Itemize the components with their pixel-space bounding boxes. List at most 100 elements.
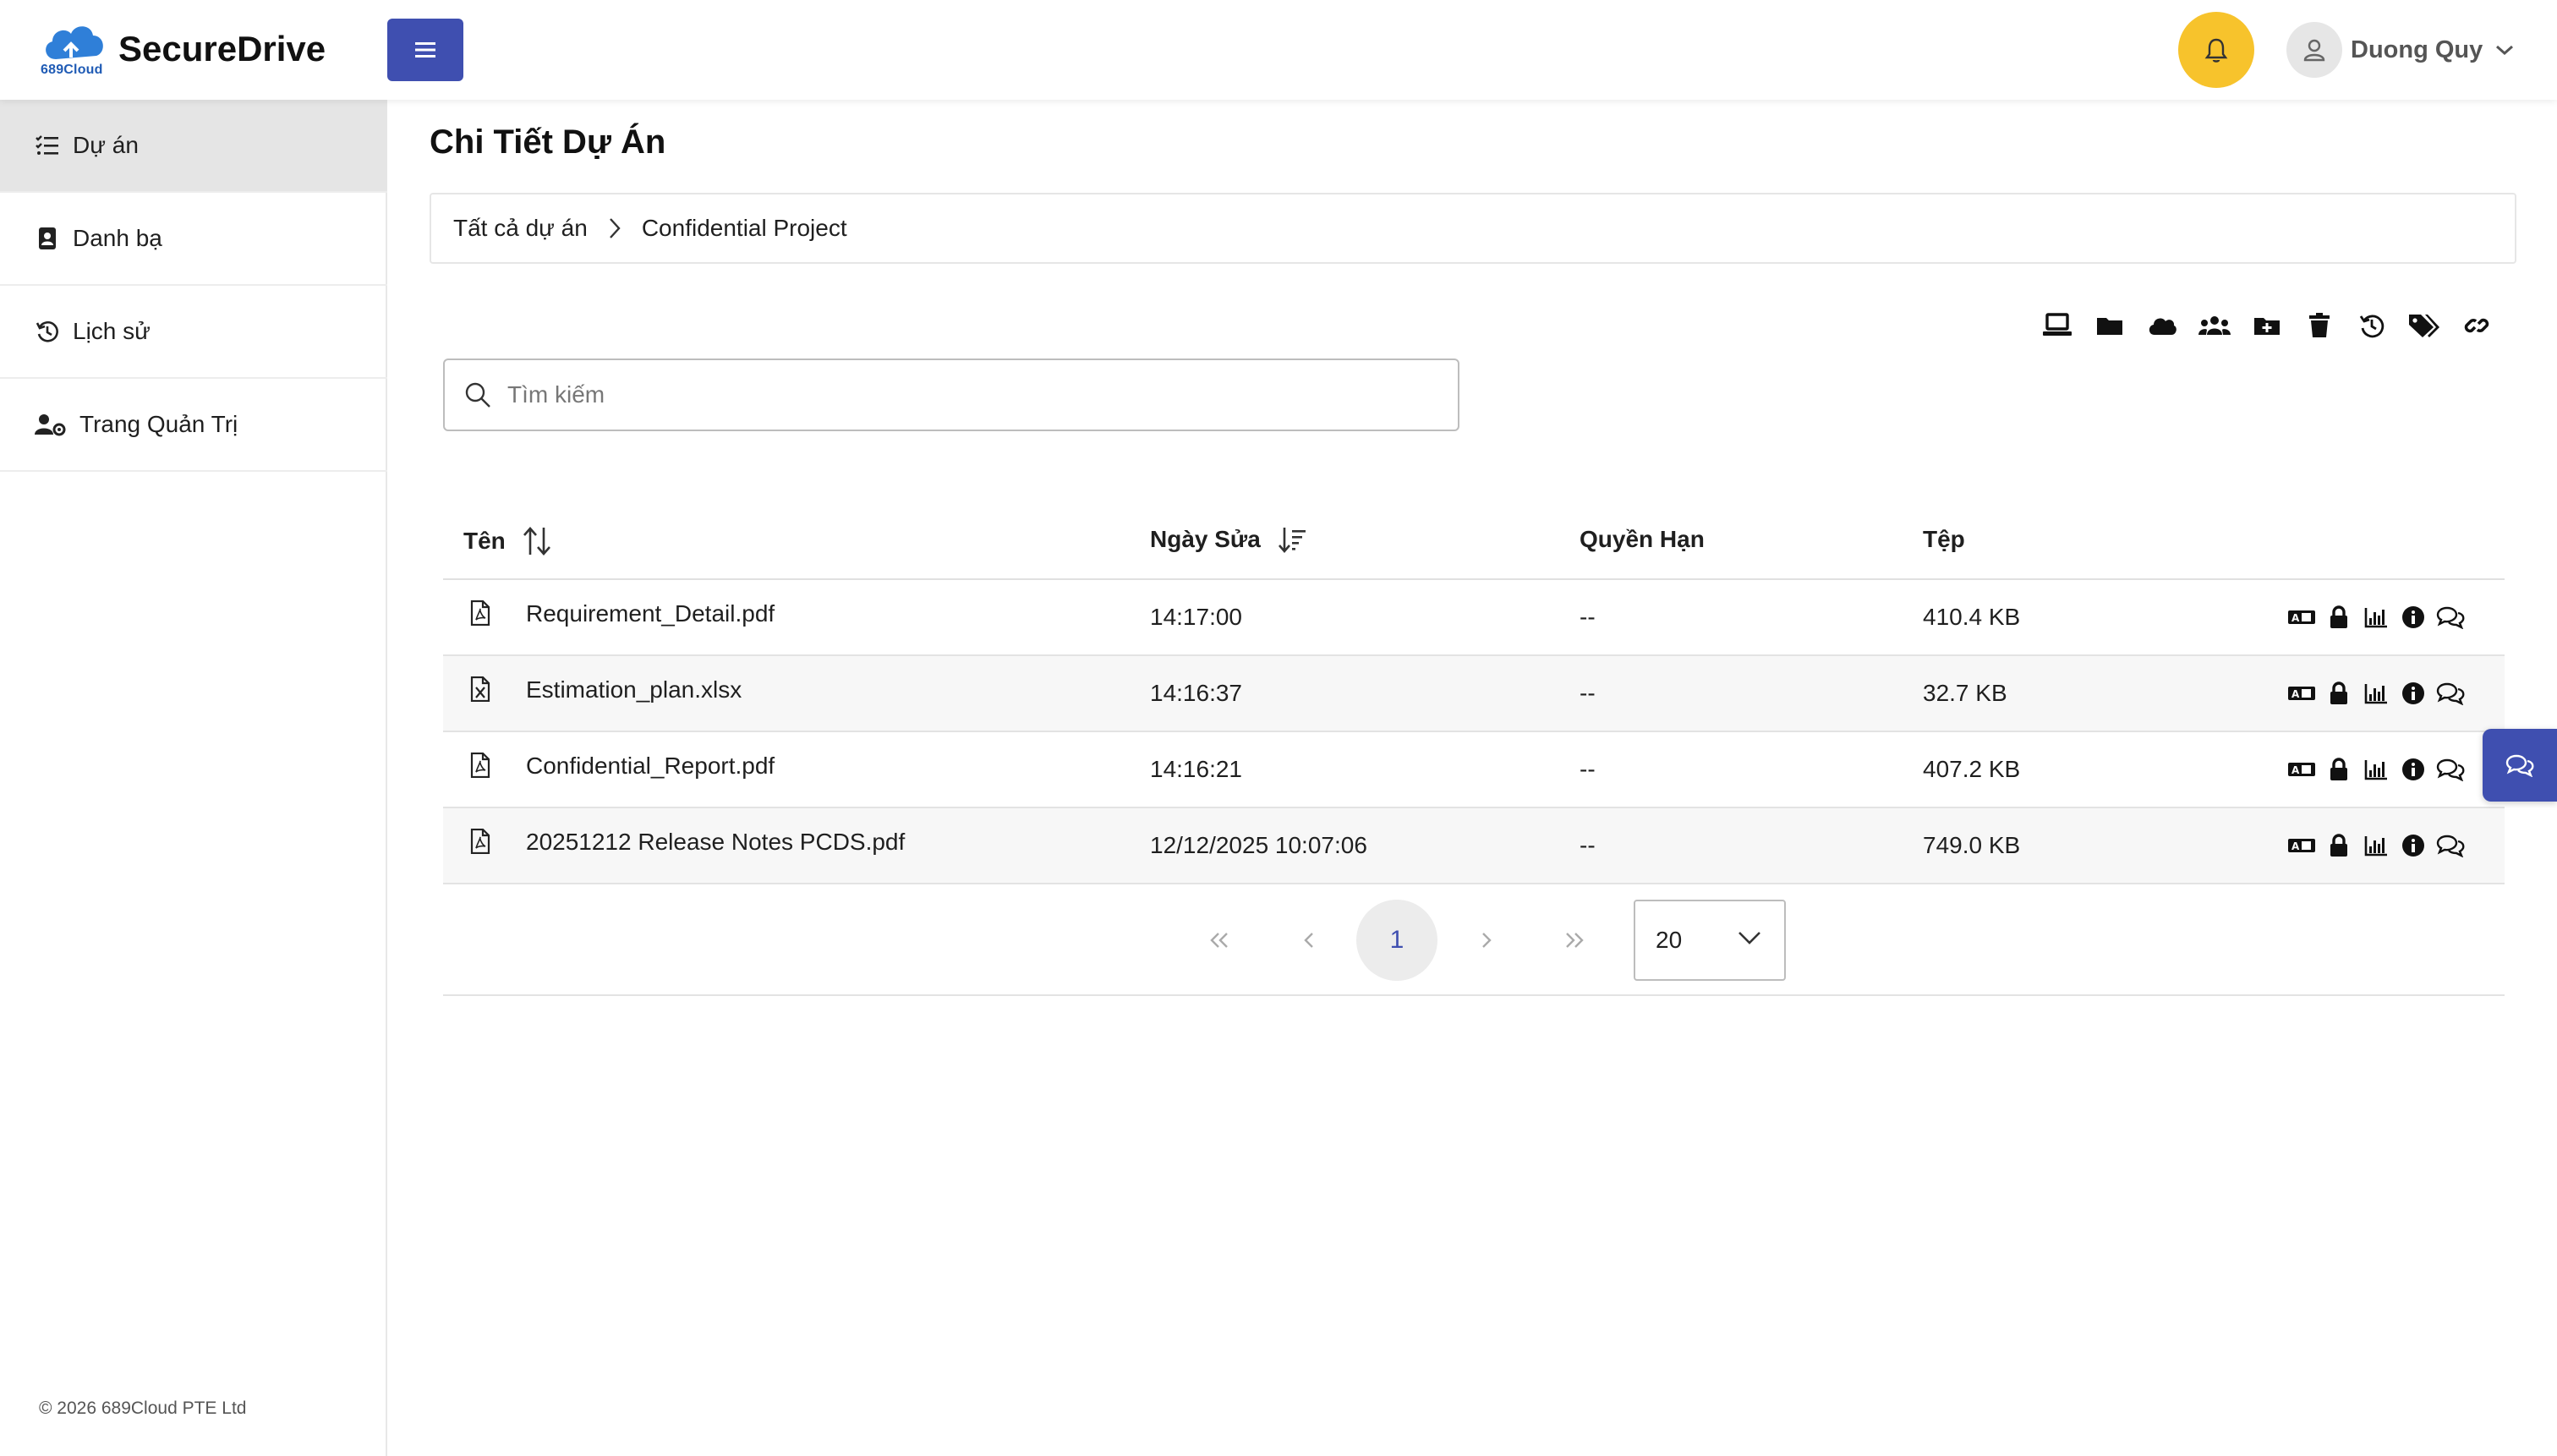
table-header: Tên Ngày Sửa Quyền Hạn Tệp (443, 504, 2505, 580)
file-permission: -- (1580, 604, 1596, 630)
chart-bar-icon[interactable] (2361, 830, 2391, 861)
comments-icon[interactable] (2435, 830, 2466, 861)
hamburger-icon (415, 42, 435, 57)
lock-icon[interactable] (2324, 754, 2354, 785)
tags-button[interactable] (2405, 306, 2444, 345)
prev-page-button[interactable] (1268, 900, 1350, 981)
user-menu[interactable]: Duong Quy (2286, 22, 2515, 78)
sidebar: Dự án Danh bạ Lịch sử Trang Quản Trị © 2… (0, 100, 387, 1456)
info-icon[interactable] (2398, 678, 2428, 709)
sidebar-item-contacts[interactable]: Danh bạ (0, 193, 387, 286)
svg-text:A: A (2291, 764, 2300, 776)
address-book-icon (34, 225, 61, 252)
history-icon (34, 318, 61, 345)
logo-text: 689Cloud (41, 63, 103, 77)
chevrons-left-icon (1210, 933, 1228, 948)
last-page-button[interactable] (1534, 900, 1615, 981)
page-number-button[interactable]: 1 (1356, 900, 1437, 981)
folder-button[interactable] (2090, 306, 2129, 345)
page-size-select[interactable]: 20 (1634, 900, 1786, 981)
info-icon[interactable] (2398, 830, 2428, 861)
link-icon (2464, 318, 2489, 333)
chart-bar-icon[interactable] (2361, 754, 2391, 785)
info-icon[interactable] (2398, 754, 2428, 785)
file-name[interactable]: Requirement_Detail.pdf (526, 600, 775, 627)
sort-descending-icon[interactable] (1278, 526, 1306, 553)
chevrons-right-icon (1566, 933, 1584, 948)
chevron-right-icon (1482, 933, 1492, 948)
chevron-left-icon (1304, 933, 1313, 948)
translate-icon[interactable]: A (2286, 830, 2317, 861)
delete-button[interactable] (2300, 306, 2339, 345)
sidebar-item-projects[interactable]: Dự án (0, 100, 387, 193)
table-row[interactable]: 20251212 Release Notes PCDS.pdf 12/12/20… (443, 808, 2505, 884)
chevron-down-icon (1738, 932, 1760, 944)
notification-button[interactable] (2178, 12, 2254, 88)
row-actions: A (2286, 754, 2472, 785)
excel-file-icon (470, 676, 490, 706)
svg-text:A: A (2291, 612, 2300, 624)
file-name[interactable]: 20251212 Release Notes PCDS.pdf (526, 829, 905, 856)
lock-icon[interactable] (2324, 830, 2354, 861)
comments-icon[interactable] (2435, 678, 2466, 709)
project-toolbar (2038, 306, 2496, 345)
info-icon[interactable] (2398, 602, 2428, 632)
folder-icon (2097, 318, 2122, 335)
table-row[interactable]: Estimation_plan.xlsx 14:16:37 -- 32.7 KB… (443, 656, 2505, 732)
file-name[interactable]: Estimation_plan.xlsx (526, 676, 742, 703)
history-button[interactable] (2352, 306, 2391, 345)
chat-float-button[interactable] (2483, 729, 2557, 802)
file-modified: 14:17:00 (1150, 604, 1242, 630)
sidebar-item-label: Danh bạ (73, 225, 162, 251)
svg-text:A: A (2291, 688, 2300, 700)
search-input[interactable] (506, 380, 1436, 409)
chart-bar-icon[interactable] (2361, 678, 2391, 709)
sidebar-item-history[interactable]: Lịch sử (0, 286, 387, 379)
search-box[interactable] (443, 359, 1459, 431)
members-button[interactable] (2195, 306, 2234, 345)
share-link-button[interactable] (2457, 306, 2496, 345)
translate-icon[interactable]: A (2286, 754, 2317, 785)
row-actions: A (2286, 830, 2472, 861)
column-header-modified[interactable]: Ngày Sửa (1150, 526, 1306, 553)
chart-bar-icon[interactable] (2361, 602, 2391, 632)
bell-icon (2204, 38, 2228, 63)
sort-arrows-icon[interactable] (523, 526, 551, 556)
cloud-logo-icon (46, 26, 103, 59)
column-label: Tệp (1923, 526, 1965, 552)
file-table: Tên Ngày Sửa Quyền Hạn Tệp Requirement_D… (443, 504, 2505, 884)
comments-icon[interactable] (2435, 754, 2466, 785)
file-permission: -- (1580, 832, 1596, 858)
laptop-button[interactable] (2038, 306, 2077, 345)
pagination: 1 20 (443, 886, 2505, 996)
menu-toggle-button[interactable] (387, 19, 463, 81)
file-size: 749.0 KB (1923, 832, 2021, 858)
lock-icon[interactable] (2324, 602, 2354, 632)
breadcrumb-all-projects[interactable]: Tất cả dự án (453, 215, 588, 242)
comments-icon[interactable] (2435, 602, 2466, 632)
file-modified: 12/12/2025 10:07:06 (1150, 832, 1367, 858)
breadcrumb: Tất cả dự án Confidential Project (430, 193, 2516, 264)
translate-icon[interactable]: A (2286, 602, 2317, 632)
lock-icon[interactable] (2324, 678, 2354, 709)
file-name[interactable]: Confidential_Report.pdf (526, 753, 775, 780)
user-name: Duong Quy (2351, 36, 2483, 63)
table-row[interactable]: Confidential_Report.pdf 14:16:21 -- 407.… (443, 732, 2505, 808)
column-header-name[interactable]: Tên (463, 526, 551, 556)
first-page-button[interactable] (1179, 900, 1260, 981)
brand-name[interactable]: SecureDrive (118, 25, 326, 73)
translate-icon[interactable]: A (2286, 678, 2317, 709)
next-page-button[interactable] (1446, 900, 1527, 981)
cloud-button[interactable] (2143, 306, 2182, 345)
file-size: 410.4 KB (1923, 604, 2021, 630)
tags-icon (2409, 315, 2439, 337)
sidebar-item-admin[interactable]: Trang Quản Trị (0, 379, 387, 472)
copyright-text: © 2026 689Cloud PTE Ltd (39, 1399, 247, 1418)
table-row[interactable]: Requirement_Detail.pdf 14:17:00 -- 410.4… (443, 580, 2505, 656)
row-actions: A (2286, 602, 2472, 632)
breadcrumb-current-project[interactable]: Confidential Project (642, 215, 847, 242)
new-folder-button[interactable] (2248, 306, 2286, 345)
file-permission: -- (1580, 680, 1596, 706)
svg-text:A: A (2291, 840, 2300, 852)
sidebar-item-label: Trang Quản Trị (79, 411, 238, 437)
